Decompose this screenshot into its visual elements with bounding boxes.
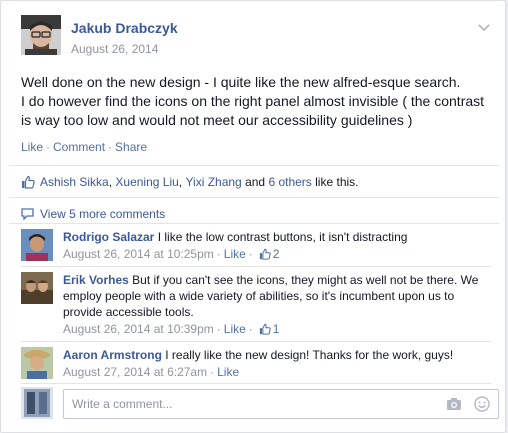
separator: , — [108, 175, 113, 189]
post-body: Well done on the new design - I quite li… — [21, 73, 491, 130]
liker-name[interactable]: Yixi Zhang — [185, 175, 241, 189]
post-date[interactable]: August 26, 2014 — [71, 42, 158, 56]
post-body-line: is way too low and would not meet our ac… — [21, 112, 413, 128]
comment-text: I like the low contrast buttons, it isn'… — [157, 230, 408, 244]
separator: · — [216, 322, 221, 336]
likes-suffix: like this. — [315, 175, 359, 189]
commenter-avatar[interactable] — [21, 347, 53, 379]
author-avatar[interactable] — [21, 15, 61, 55]
chevron-down-icon[interactable] — [477, 23, 491, 33]
comment-timestamp[interactable]: August 26, 2014 at 10:25pm — [63, 246, 214, 262]
post-author-name[interactable]: Jakub Drabczyk — [71, 20, 178, 36]
separator: · — [210, 365, 215, 379]
comment-like-count[interactable]: 2 — [273, 246, 280, 262]
liker-name[interactable]: Xuening Liu — [115, 175, 178, 189]
post-body-line: I do however find the icons on the right… — [21, 93, 485, 109]
view-more-label: View 5 more comments — [40, 207, 166, 221]
separator: · — [46, 140, 51, 154]
commenter-name[interactable]: Rodrigo Salazar — [63, 230, 154, 244]
divider — [9, 223, 499, 224]
post-header: Jakub Drabczyk August 26, 2014 — [21, 15, 491, 61]
separator: , — [178, 175, 183, 189]
comment-timestamp[interactable]: August 26, 2014 at 10:39pm — [63, 321, 214, 337]
separator: · — [108, 140, 113, 154]
comment-meta: August 26, 2014 at 10:25pm · Like · 2 — [63, 246, 491, 262]
comment-input-box[interactable] — [63, 389, 499, 419]
commenter-avatar[interactable] — [21, 229, 53, 261]
thumbs-up-icon[interactable] — [259, 323, 271, 335]
comment-like-link[interactable]: Like — [224, 321, 246, 337]
view-more-comments[interactable]: View 5 more comments — [21, 207, 165, 221]
smiley-icon[interactable] — [474, 396, 490, 412]
likes-summary: Ashish Sikka, Xuening Liu, Yixi Zhang an… — [21, 175, 359, 189]
comment-text: I really like the new design! Thanks for… — [165, 348, 454, 362]
comment-link[interactable]: Comment — [53, 140, 105, 154]
thumbs-up-icon[interactable] — [259, 248, 271, 260]
commenter-name[interactable]: Aaron Armstrong — [63, 348, 162, 362]
comment-like-count[interactable]: 1 — [273, 321, 280, 337]
comment-meta: August 27, 2014 at 6:27am · Like — [63, 364, 491, 380]
comment-bubble-icon — [21, 208, 34, 220]
comment-content: Rodrigo Salazar I like the low contrast … — [63, 229, 491, 245]
comment-input[interactable] — [64, 390, 424, 418]
comment-body: Erik Vorhes But if you can't see the ico… — [63, 272, 491, 337]
like-link[interactable]: Like — [21, 140, 43, 154]
commenter-name[interactable]: Erik Vorhes — [63, 273, 129, 287]
comment-content: Erik Vorhes But if you can't see the ico… — [63, 272, 491, 320]
camera-icon[interactable] — [446, 397, 462, 411]
comment-timestamp[interactable]: August 27, 2014 at 6:27am — [63, 364, 207, 380]
divider — [9, 165, 499, 166]
separator: · — [248, 322, 253, 336]
comment-meta: August 26, 2014 at 10:39pm · Like · 1 — [63, 321, 491, 337]
comment-content: Aaron Armstrong I really like the new de… — [63, 347, 491, 363]
commenter-avatar[interactable] — [21, 272, 53, 304]
post-body-line: Well done on the new design - I quite li… — [21, 74, 461, 90]
likes-and: and — [245, 175, 266, 189]
comment-body: Aaron Armstrong I really like the new de… — [63, 347, 491, 380]
divider — [21, 266, 491, 267]
liker-name[interactable]: Ashish Sikka — [40, 175, 109, 189]
post-card: Jakub Drabczyk August 26, 2014 Well done… — [0, 0, 506, 433]
share-link[interactable]: Share — [115, 140, 147, 154]
current-user-avatar — [21, 387, 53, 419]
separator: · — [216, 247, 221, 261]
separator: · — [248, 247, 253, 261]
comment-like-link[interactable]: Like — [217, 364, 239, 380]
thumbs-up-icon — [22, 175, 35, 189]
likes-others-link[interactable]: 6 others — [268, 175, 311, 189]
comment-composer — [9, 381, 499, 427]
comment-body: Rodrigo Salazar I like the low contrast … — [63, 229, 491, 262]
post-actions: Like · Comment · Share — [21, 140, 147, 154]
divider — [21, 341, 491, 342]
divider — [9, 197, 499, 198]
comment-like-link[interactable]: Like — [224, 246, 246, 262]
